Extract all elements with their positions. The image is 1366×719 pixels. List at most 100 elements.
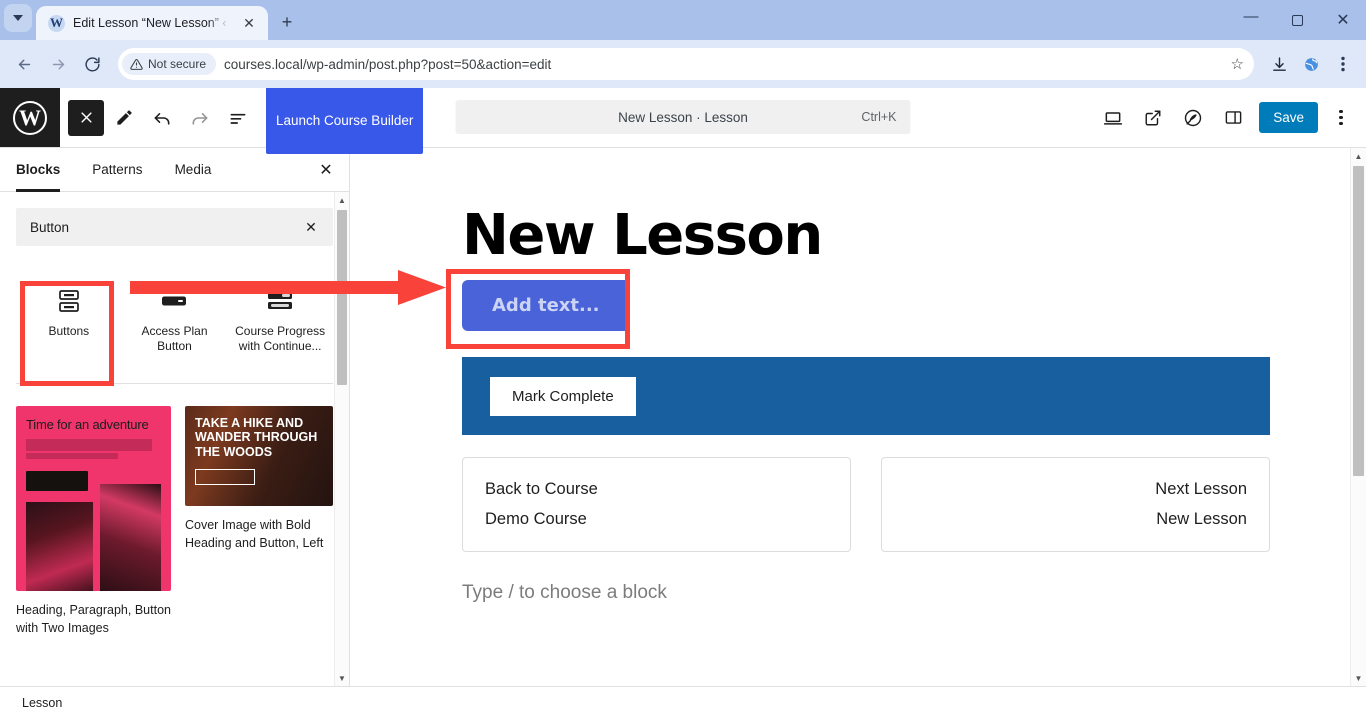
- preview-external-button[interactable]: [1135, 100, 1171, 136]
- pattern-item-heading-paragraph-button[interactable]: Time for an adventure Heading, Paragraph…: [16, 405, 171, 637]
- undo-icon: [154, 112, 170, 125]
- kebab-dot: [1339, 115, 1343, 120]
- inserter-scrollbar-thumb[interactable]: [337, 210, 347, 385]
- pattern-preview-paragraph: [26, 439, 152, 452]
- command-bar-title: New Lesson · Lesson: [618, 109, 748, 125]
- tab-media[interactable]: Media: [159, 148, 228, 192]
- pattern-preview-heading: Time for an adventure: [26, 416, 149, 432]
- mark-complete-bar: Mark Complete: [462, 357, 1270, 435]
- inserter-scrollbar[interactable]: ▲ ▼: [334, 192, 349, 686]
- block-item-course-progress-label: Course Progress with Continue...: [235, 324, 326, 354]
- globe-extension-glyph: [1304, 57, 1318, 71]
- scroll-down-arrow-icon[interactable]: ▼: [335, 670, 349, 686]
- block-results-grid: Buttons Access Plan Button Course Progre…: [16, 272, 333, 365]
- inserter-scroll-area: Button ✕ Buttons Access Plan Button Cour…: [0, 192, 349, 686]
- bookmark-star-icon[interactable]: ☆: [1231, 55, 1248, 73]
- browser-tab-title: Edit Lesson “New Lesson” ‹ cou: [73, 16, 230, 30]
- pattern-preview-paragraph-2: [26, 453, 118, 460]
- command-bar-shortcut: Ctrl+K: [861, 110, 897, 124]
- browser-menu-icon[interactable]: [1328, 49, 1358, 79]
- redo-button[interactable]: [182, 100, 218, 136]
- launch-course-builder-button[interactable]: Launch Course Builder: [266, 88, 424, 154]
- clear-search-icon[interactable]: ✕: [299, 215, 323, 239]
- browser-tab-strip: W Edit Lesson “New Lesson” ‹ cou ✕ + — ✕: [0, 0, 1366, 40]
- tab-search-chip[interactable]: [4, 4, 32, 32]
- pattern-item-cover-image-bold-heading[interactable]: TAKE A HIKE AND WANDER THROUGH THE WOODS…: [185, 405, 333, 637]
- close-tab-icon[interactable]: ✕: [238, 12, 260, 34]
- url-text: courses.local/wp-admin/post.php?post=50&…: [224, 56, 552, 72]
- maximize-window-button[interactable]: [1274, 4, 1320, 36]
- command-bar[interactable]: New Lesson · Lesson Ctrl+K: [455, 100, 911, 134]
- pattern-preview-adventure: Time for an adventure: [16, 405, 171, 591]
- editor-header-tools: [60, 88, 256, 147]
- document-overview-button[interactable]: [220, 100, 256, 136]
- breadcrumb[interactable]: Lesson: [22, 696, 62, 710]
- block-item-access-plan-button-label: Access Plan Button: [141, 324, 208, 354]
- page-title[interactable]: New Lesson: [462, 208, 1270, 264]
- back-button[interactable]: [8, 48, 40, 80]
- back-to-course-label: Back to Course: [485, 480, 598, 498]
- editor-header-actions: Save: [1095, 88, 1366, 147]
- editor-footer: Lesson: [0, 686, 1366, 719]
- inserter-divider: [16, 382, 333, 384]
- extension-icon[interactable]: [1296, 49, 1326, 79]
- tab-blocks[interactable]: Blocks: [0, 148, 76, 192]
- buttons-block-icon: [57, 286, 81, 316]
- forward-button[interactable]: [42, 48, 74, 80]
- back-to-course-box[interactable]: Back to Course Demo Course: [462, 457, 851, 553]
- new-tab-button[interactable]: +: [276, 11, 298, 33]
- jetpack-button[interactable]: [1175, 100, 1211, 136]
- block-item-course-progress[interactable]: Course Progress with Continue...: [227, 272, 333, 365]
- settings-sidebar-icon: [1225, 111, 1242, 124]
- mark-complete-button[interactable]: Mark Complete: [490, 376, 636, 416]
- edit-pencil-icon: [116, 110, 132, 125]
- not-secure-badge[interactable]: Not secure: [122, 53, 217, 75]
- editor-canvas: New Lesson Add text... Mark Complete Bac…: [350, 148, 1366, 686]
- inserter-tabs: Blocks Patterns Media ✕: [0, 148, 349, 192]
- close-inserter-button[interactable]: [68, 99, 104, 136]
- pattern-preview-heading: TAKE A HIKE AND WANDER THROUGH THE WOODS: [195, 415, 318, 459]
- pattern-preview-button: [26, 471, 88, 492]
- download-icon[interactable]: [1264, 49, 1294, 79]
- editor-options-menu-button[interactable]: [1326, 100, 1356, 136]
- canvas-scrollbar-thumb[interactable]: [1353, 166, 1364, 476]
- kebab-dot: [1339, 121, 1343, 126]
- maximize-icon: [1291, 14, 1303, 26]
- settings-sidebar-button[interactable]: [1215, 100, 1251, 136]
- wordpress-favicon: W: [48, 14, 65, 32]
- canvas-scrollbar[interactable]: ▲ ▼: [1350, 148, 1366, 686]
- scroll-down-arrow-icon[interactable]: ▼: [1351, 670, 1366, 686]
- wordpress-logo-icon: W: [13, 100, 47, 135]
- next-lesson-box[interactable]: Next Lesson New Lesson: [881, 457, 1270, 553]
- view-desktop-button[interactable]: [1095, 100, 1131, 136]
- next-lesson-value: New Lesson: [1156, 509, 1247, 528]
- scroll-up-arrow-icon[interactable]: ▲: [335, 192, 349, 208]
- wordpress-logo-button[interactable]: W: [0, 88, 60, 147]
- jetpack-rocket-icon: [1185, 109, 1202, 126]
- lesson-navigation: Back to Course Demo Course Next Lesson N…: [462, 457, 1270, 553]
- reload-button[interactable]: [76, 48, 108, 80]
- add-text-button[interactable]: Add text...: [462, 280, 630, 331]
- button-block[interactable]: Add text...: [462, 280, 630, 331]
- save-button[interactable]: Save: [1259, 102, 1318, 133]
- edit-pencil-button[interactable]: [106, 100, 142, 136]
- address-bar[interactable]: Not secure courses.local/wp-admin/post.p…: [118, 48, 1254, 80]
- pattern-preview-image-2: [99, 484, 161, 591]
- minimize-window-button[interactable]: —: [1228, 4, 1274, 36]
- search-input[interactable]: Button ✕: [16, 208, 333, 246]
- tab-search-button[interactable]: [0, 0, 36, 40]
- undo-button[interactable]: [144, 100, 180, 136]
- block-item-access-plan-button[interactable]: Access Plan Button: [122, 272, 228, 365]
- empty-block-placeholder[interactable]: Type / to choose a block: [462, 582, 1270, 604]
- close-inserter-panel-button[interactable]: ✕: [309, 153, 343, 187]
- tab-blocks-label: Blocks: [16, 162, 61, 177]
- close-window-button[interactable]: ✕: [1320, 4, 1366, 36]
- block-item-buttons[interactable]: Buttons: [16, 272, 122, 365]
- warning-triangle-icon: [130, 58, 143, 70]
- browser-tab[interactable]: W Edit Lesson “New Lesson” ‹ cou ✕: [36, 6, 268, 40]
- kebab-dot: [1339, 109, 1343, 114]
- scroll-up-arrow-icon[interactable]: ▲: [1351, 148, 1366, 164]
- tab-patterns-label: Patterns: [92, 162, 143, 177]
- search-input-value: Button: [30, 219, 70, 235]
- tab-patterns[interactable]: Patterns: [76, 148, 158, 192]
